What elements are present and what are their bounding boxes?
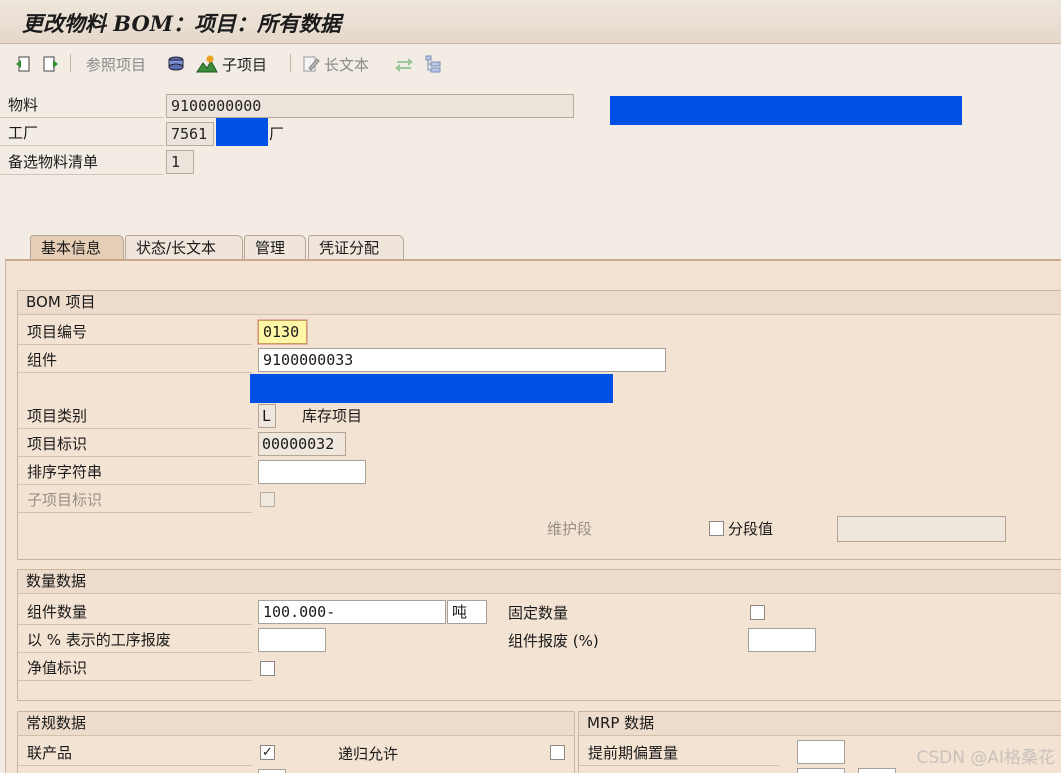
component-scrap-label: 组件报废 (%) (508, 632, 599, 650)
component-quantity-label: 组件数量 (18, 600, 252, 625)
tab-strip: 基本信息 状态/长文本 管理 凭证分配 (0, 235, 1061, 261)
quantity-data-heading: 数量数据 (18, 570, 1061, 594)
sub-item-icon (196, 55, 218, 73)
material-field[interactable]: 9100000000 (166, 94, 574, 118)
bom-item-group: BOM 项目 项目编号 0130 组件 9100000033 项目类别 L 库存… (17, 290, 1061, 560)
sort-string-label: 排序字符串 (18, 460, 252, 485)
tab-document-assignment[interactable]: 凭证分配 (308, 235, 404, 260)
plant-label: 工厂 (0, 121, 164, 146)
next-page-icon (43, 56, 58, 72)
sub-item-id-checkbox[interactable] (260, 492, 275, 507)
section-value-label: 分段值 (728, 520, 774, 538)
co-product-checkbox[interactable]: ✓ (260, 745, 275, 760)
item-category-text: 库存项目 (302, 407, 363, 425)
alternative-bom-label: 备选物料清单 (0, 150, 164, 175)
alternative-bom-field[interactable]: 1 (166, 150, 194, 174)
sub-item-label: 子项目 (222, 55, 268, 74)
redacted-material-description (610, 96, 962, 125)
recursion-allowed-checkbox[interactable] (550, 745, 565, 760)
component-field[interactable]: 9100000033 (258, 348, 666, 372)
tab-administration[interactable]: 管理 (244, 235, 306, 260)
stack-button[interactable] (166, 53, 186, 75)
section-value-field[interactable] (837, 516, 1006, 542)
item-id-label: 项目标识 (18, 432, 252, 457)
tab-panel: BOM 项目 项目编号 0130 组件 9100000033 项目类别 L 库存… (5, 259, 1061, 773)
plant-field[interactable]: 7561 (166, 122, 214, 146)
item-number-label: 项目编号 (18, 320, 252, 345)
long-text-label: 长文本 (324, 55, 370, 74)
stack-icon (168, 56, 184, 71)
mrp-data-heading: MRP 数据 (579, 712, 1061, 736)
general-data-group: 常规数据 联产品 ✓ 递归允许 (17, 711, 575, 773)
watermark: CSDN @AI格桑花 (916, 748, 1055, 768)
bom-item-heading: BOM 项目 (18, 291, 1061, 315)
general-row2-field[interactable] (258, 769, 286, 773)
item-id-field[interactable]: 00000032 (258, 432, 346, 456)
hierarchy-button[interactable] (424, 53, 442, 75)
plant-name-suffix: 厂 (269, 125, 285, 143)
swap-arrows-icon (395, 58, 413, 72)
window-title: 更改物料 BOM：项目：所有数据 (22, 11, 341, 36)
component-label: 组件 (18, 348, 252, 373)
previous-item-button[interactable] (14, 53, 32, 75)
net-id-checkbox[interactable] (260, 661, 275, 676)
operation-scrap-field[interactable] (258, 628, 326, 652)
maintenance-section-label: 维护段 (547, 520, 593, 538)
mrp-row2-field-2[interactable] (858, 768, 896, 773)
section-value-checkbox[interactable] (709, 521, 724, 536)
toolbar-separator (70, 54, 71, 72)
tab-status-long-text[interactable]: 状态/长文本 (125, 235, 243, 260)
general-data-heading: 常规数据 (18, 712, 574, 736)
sub-item-id-label: 子项目标识 (18, 488, 252, 513)
redacted-component-description (250, 374, 613, 403)
replace-button[interactable] (394, 53, 414, 75)
component-quantity-field[interactable]: 100.000- (258, 600, 446, 624)
application-toolbar: 参照项目 子项目 长文本 (0, 45, 1061, 81)
next-item-button[interactable] (42, 53, 60, 75)
material-label: 物料 (0, 93, 164, 118)
edit-document-icon (303, 56, 320, 72)
fixed-quantity-checkbox[interactable] (750, 605, 765, 620)
sub-item-button[interactable]: 子项目 (196, 53, 267, 75)
reference-item-label: 参照项目 (86, 55, 147, 74)
previous-page-icon (16, 56, 30, 72)
recursion-allowed-label: 递归允许 (338, 745, 399, 763)
long-text-button[interactable]: 长文本 (302, 53, 369, 75)
general-row2-label (18, 769, 252, 773)
mrp-row2-label (579, 769, 779, 773)
co-product-label: 联产品 (18, 741, 252, 766)
lead-time-offset-field[interactable] (797, 740, 845, 764)
toolbar-separator (290, 54, 291, 72)
item-category-field[interactable]: L (258, 404, 276, 428)
net-id-label: 净值标识 (18, 656, 252, 681)
redacted-plant-name (216, 118, 268, 146)
component-scrap-field[interactable] (748, 628, 816, 652)
item-number-field[interactable]: 0130 (258, 320, 307, 344)
operation-scrap-label: 以 % 表示的工序报废 (18, 628, 252, 653)
tab-basic-data[interactable]: 基本信息 (30, 235, 124, 260)
mrp-row2-field-1[interactable] (797, 768, 845, 773)
unit-field[interactable]: 吨 (447, 600, 487, 624)
item-category-label: 项目类别 (18, 404, 252, 429)
quantity-data-group: 数量数据 组件数量 100.000- 吨 固定数量 以 % 表示的工序报废 组件… (17, 569, 1061, 701)
title-bar: 更改物料 BOM：项目：所有数据 (0, 0, 1061, 44)
sort-string-field[interactable] (258, 460, 366, 484)
reference-item-button[interactable]: 参照项目 (86, 53, 146, 75)
lead-time-offset-label: 提前期偏置量 (579, 741, 779, 766)
fixed-quantity-label: 固定数量 (508, 604, 569, 622)
hierarchy-icon (425, 55, 441, 73)
